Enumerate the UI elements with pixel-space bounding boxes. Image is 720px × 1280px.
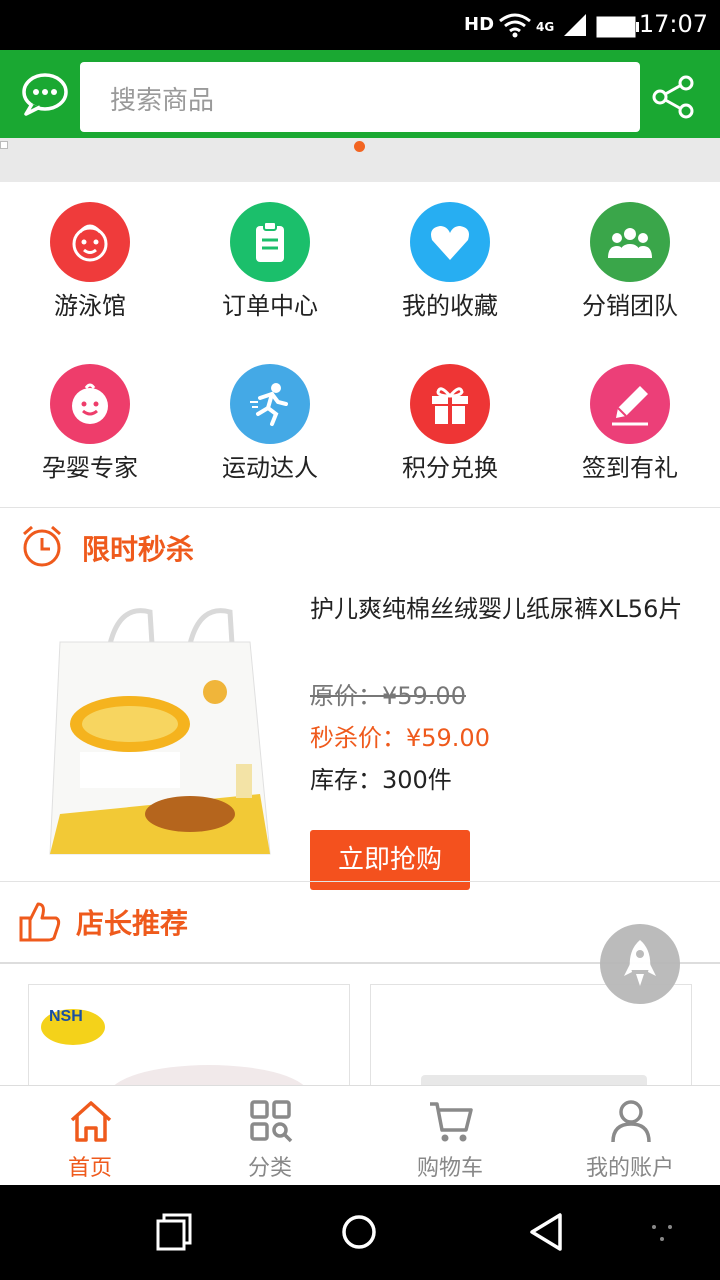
gift-icon (410, 364, 490, 444)
menu-team[interactable]: 分销团队 (540, 182, 720, 342)
battery-icon (596, 16, 639, 38)
bottom-nav: 首页 分类 购物车 我的账户 (0, 1085, 720, 1186)
recent-apps-icon[interactable] (154, 1213, 192, 1251)
menu-sports[interactable]: 运动达人 (180, 344, 360, 504)
divider (0, 507, 720, 508)
nav-label: 购物车 (416, 1156, 483, 1181)
menu-orders[interactable]: 订单中心 (180, 182, 360, 342)
menu-checkin[interactable]: 签到有礼 (540, 344, 720, 504)
menu-label: 分销团队 (582, 292, 678, 320)
back-icon[interactable] (526, 1211, 566, 1253)
share-icon[interactable] (650, 74, 696, 120)
original-price: 原价：¥59.00 (310, 682, 466, 710)
search-placeholder: 搜索商品 (110, 86, 215, 116)
cart-icon (430, 1102, 473, 1142)
menu-points[interactable]: 积分兑换 (360, 344, 540, 504)
chat-icon[interactable] (20, 72, 70, 118)
network-type: 4G (536, 20, 555, 34)
brand-logo-icon: NSH (41, 1008, 105, 1045)
pencil-icon (590, 364, 670, 444)
clipboard-icon (230, 202, 310, 282)
carousel-indicator[interactable] (354, 141, 365, 152)
nav-home[interactable]: 首页 (0, 1086, 180, 1186)
divider (0, 881, 720, 882)
banner-placeholder-icon (0, 141, 8, 149)
menu-label: 我的收藏 (402, 292, 498, 320)
clock: 17:07 (638, 10, 708, 38)
heart-icon (410, 202, 490, 282)
menu-baby-expert[interactable]: 孕婴专家 (0, 344, 180, 504)
menu-label: 孕婴专家 (42, 454, 138, 482)
back-to-top-button[interactable] (600, 924, 680, 1004)
hd-indicator: HD (464, 14, 495, 35)
sale-price: 秒杀价：¥59.00 (310, 724, 490, 752)
menu-label: 积分兑换 (402, 454, 498, 482)
nav-category[interactable]: 分类 (180, 1086, 360, 1186)
system-nav-bar (0, 1185, 720, 1280)
menu-label: 订单中心 (222, 292, 318, 320)
search-input[interactable]: 搜索商品 (80, 62, 640, 132)
clock-icon (23, 525, 61, 567)
rocket-icon (624, 940, 656, 986)
home-icon (70, 1101, 112, 1142)
menu-swimming[interactable]: 游泳馆 (0, 182, 180, 342)
recommend-title: 店长推荐 (76, 907, 189, 940)
smiley-baby-icon (50, 364, 130, 444)
menu-label: 游泳馆 (54, 292, 126, 320)
recommend-card[interactable]: NSH (28, 984, 350, 1096)
app-header: 搜索商品 (0, 50, 720, 138)
wifi-icon (499, 13, 531, 38)
menu-favorites[interactable]: 我的收藏 (360, 182, 540, 342)
nav-label: 分类 (247, 1156, 292, 1181)
menu-dots-icon[interactable] (650, 1221, 676, 1243)
menu-label: 运动达人 (222, 454, 318, 482)
product-name[interactable]: 护儿爽纯棉丝绒婴儿纸尿裤XL56片 (310, 588, 690, 630)
runner-icon (230, 364, 310, 444)
user-icon (611, 1100, 651, 1143)
category-icon (250, 1100, 293, 1143)
team-icon (590, 202, 670, 282)
nav-label: 首页 (67, 1156, 112, 1181)
baby-face-icon (50, 202, 130, 282)
status-bar: HD 4G 17:07 (0, 0, 720, 50)
menu-label: 签到有礼 (582, 454, 678, 482)
nav-account[interactable]: 我的账户 (540, 1086, 720, 1186)
banner-carousel[interactable] (0, 138, 720, 182)
flash-sale-title: 限时秒杀 (82, 533, 195, 566)
thumbs-up-icon (19, 902, 61, 942)
product-image[interactable] (40, 604, 290, 866)
svg-text:NSH: NSH (49, 1008, 83, 1025)
signal-icon (564, 14, 586, 36)
nav-cart[interactable]: 购物车 (360, 1086, 540, 1186)
home-button-icon[interactable] (340, 1213, 378, 1251)
nav-label: 我的账户 (585, 1156, 674, 1181)
stock-count: 库存：300件 (310, 766, 452, 794)
